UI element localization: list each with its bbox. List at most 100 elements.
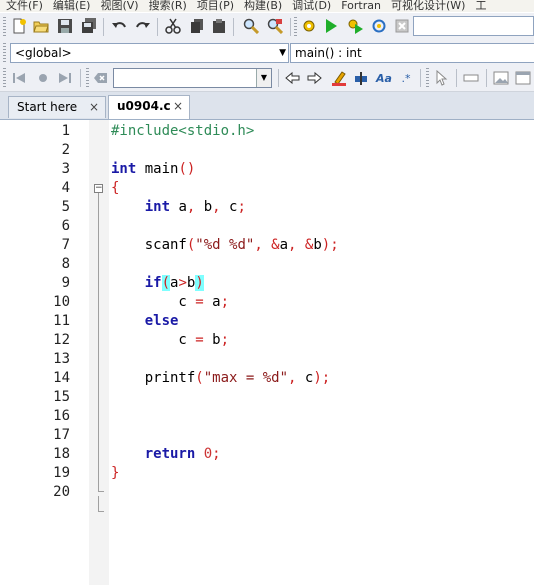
code-token: c [111,294,196,310]
save-all-icon[interactable] [80,17,98,35]
panel-icon[interactable] [462,69,480,87]
code-token: return [144,446,196,462]
code-line[interactable]: c = b; [111,331,229,350]
code-token: int [144,199,171,215]
toolbar-grip[interactable] [3,68,6,88]
match-case-icon[interactable]: Aa [375,69,393,87]
menu-item[interactable]: 视图(V) [100,0,138,11]
fold-line [98,193,99,491]
search-combo[interactable] [413,16,534,36]
pointer-icon[interactable] [432,69,450,87]
code-token: ( [161,275,171,291]
code-line[interactable]: return 0; [111,445,221,464]
symbol-search-combo[interactable]: ▼ [113,68,272,88]
new-file-icon[interactable] [10,17,28,35]
line-number: 1 [61,123,70,139]
code-line[interactable]: #include<stdio.h> [111,122,254,141]
code-line[interactable]: c = a; [111,293,229,312]
scope-bar: <global> ▼ main() : int [0,41,534,65]
copy-icon[interactable] [188,17,206,35]
chevron-down-icon[interactable]: ▼ [256,69,271,87]
member-scope-select[interactable]: main() : int [290,43,534,63]
code-line[interactable]: int a, b, c; [111,198,246,217]
tab-start-here[interactable]: Start here × [8,96,106,118]
code-token: = [195,294,204,310]
find-icon[interactable] [242,17,260,35]
save-icon[interactable] [56,17,74,35]
menu-item[interactable]: 工 [475,0,486,11]
code-line[interactable]: } [111,464,119,483]
class-scope-value: <global> [15,46,72,60]
run-icon[interactable] [322,17,340,35]
line-number: 2 [61,142,70,158]
menu-item[interactable]: 构建(B) [244,0,282,11]
menu-bar: 文件(F) 编辑(E) 视图(V) 搜索(R) 项目(P) 构建(B) 调试(D) Fortr… [0,0,534,12]
cut-icon[interactable] [164,17,182,35]
menu-item[interactable]: 文件(F) [6,0,43,11]
menu-item[interactable]: 项目(P) [197,0,234,11]
code-line[interactable]: printf("max = %d", c); [111,369,330,388]
code-token: c [296,370,314,386]
menu-item[interactable]: 搜索(R) [149,0,187,11]
undo-icon[interactable] [110,17,128,35]
code-token: c [111,332,196,348]
selection-icon[interactable] [352,69,370,87]
image-icon[interactable] [492,69,510,87]
window-icon[interactable] [514,69,532,87]
toolbar-grip[interactable] [3,43,6,63]
close-icon[interactable]: × [89,97,99,118]
menu-item[interactable]: 编辑(E) [53,0,91,11]
toolbar-separator [486,69,487,87]
class-scope-select[interactable]: <global> ▼ [10,43,289,63]
paste-icon[interactable] [210,17,228,35]
line-number: 15 [53,389,70,405]
jump-forward-icon[interactable] [56,69,74,87]
replace-icon[interactable] [266,17,284,35]
line-number: 11 [53,313,70,329]
toolbar-grip[interactable] [3,17,6,37]
abort-icon[interactable] [393,17,411,35]
code-token: b [195,199,213,215]
regex-icon[interactable]: .* [397,69,415,87]
rebuild-icon[interactable] [370,17,388,35]
toolbar-separator [80,69,81,87]
code-line[interactable]: { [111,179,119,198]
toggle-bookmark-icon[interactable] [34,69,52,87]
debug-toolbar: ▼ Aa .* [0,65,534,92]
code-token: b [313,237,322,253]
close-icon[interactable]: × [173,96,183,117]
code-token: () [178,161,196,177]
code-line[interactable]: else [111,312,179,331]
arrow-left-icon[interactable] [283,69,301,87]
code-line[interactable]: if(a>b) [111,274,204,293]
code-editor[interactable]: 1 2 3 4 5 6 7 8 9 10 11 12 13 14 15 16 17 18 19 20 − #inclu… [0,120,534,585]
code-line[interactable]: scanf("%d %d", &a, &b); [111,236,339,255]
arrow-right-icon[interactable] [306,69,324,87]
fold-toggle[interactable]: − [94,184,103,193]
toolbar-separator [290,18,291,36]
toolbar-grip[interactable] [294,17,297,37]
build-run-icon[interactable] [346,17,364,35]
line-number: 9 [61,275,70,291]
code-line[interactable]: int main() [111,160,195,179]
menu-item[interactable]: Fortran [341,0,381,11]
line-number: 20 [53,484,70,500]
jump-back-icon[interactable] [10,69,28,87]
build-icon[interactable] [300,17,318,35]
toolbar-separator [233,18,234,36]
highlight-icon[interactable] [330,69,348,87]
code-token: else [144,313,179,329]
open-icon[interactable] [32,17,50,35]
toolbar-grip[interactable] [86,68,89,88]
menu-item[interactable]: 调试(D) [292,0,331,11]
toolbar-grip[interactable] [426,68,429,88]
clear-icon[interactable] [92,69,110,87]
code-token: c [220,199,238,215]
redo-icon[interactable] [134,17,152,35]
tab-u0904-c[interactable]: u0904.c × [108,95,190,119]
menu-item[interactable]: 可视化设计(W) [391,0,465,11]
